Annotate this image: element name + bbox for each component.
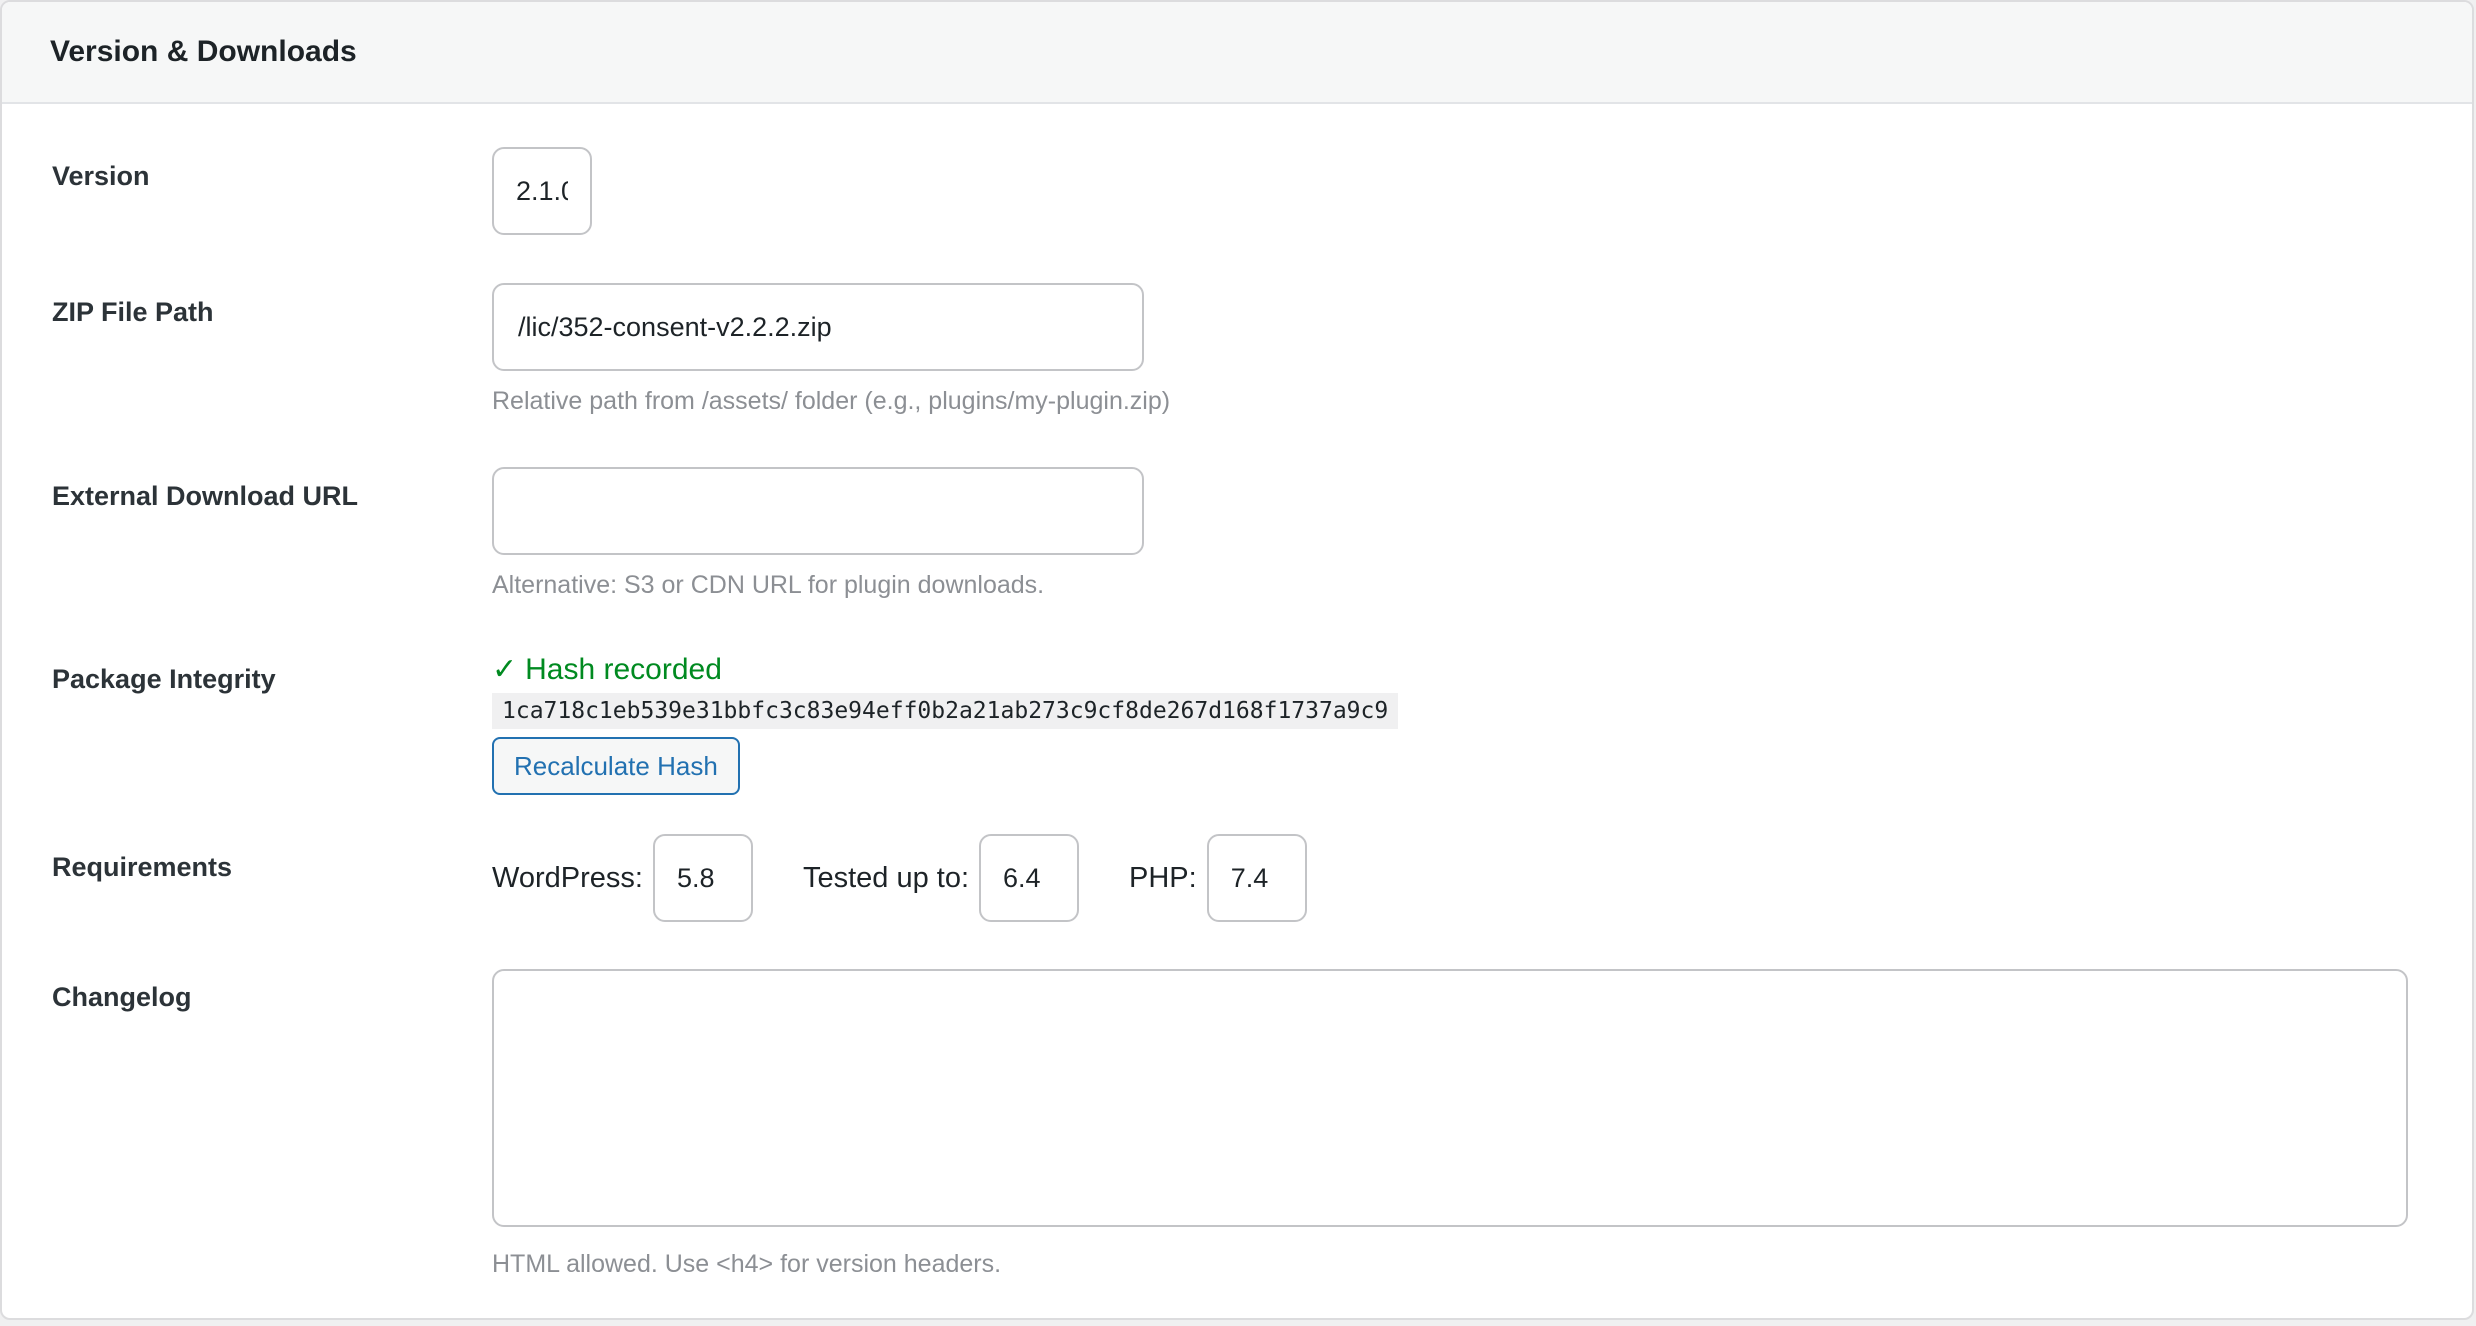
integrity-label: Package Integrity (52, 664, 276, 694)
tested-up-to-label: Tested up to: (802, 861, 970, 894)
changelog-textarea[interactable] (492, 969, 2408, 1227)
version-downloads-panel: Version & Downloads Version ZIP File Pat… (0, 0, 2474, 1320)
external-url-input[interactable] (492, 467, 1144, 555)
zip-path-input[interactable] (492, 283, 1144, 371)
wordpress-version-input[interactable] (652, 834, 753, 922)
hash-status: ✓ Hash recorded (492, 652, 1398, 687)
changelog-hint: HTML allowed. Use <h4> for version heade… (492, 1250, 1002, 1278)
version-input[interactable] (492, 147, 592, 235)
wordpress-label: WordPress: (492, 861, 643, 894)
external-url-label: External Download URL (52, 481, 359, 511)
zip-path-label: ZIP File Path (52, 297, 214, 327)
version-label: Version (52, 161, 150, 191)
hash-value: 1ca718c1eb539e31bbfc3c83e94eff0b2a21ab27… (492, 693, 1399, 729)
changelog-label: Changelog (52, 982, 192, 1012)
panel-header: Version & Downloads (2, 2, 2472, 104)
panel-title: Version & Downloads (50, 35, 357, 68)
tested-up-to-input[interactable] (979, 834, 1080, 922)
external-url-hint: Alternative: S3 or CDN URL for plugin do… (492, 571, 1045, 599)
check-icon: ✓ (492, 653, 518, 686)
php-label: PHP: (1129, 861, 1197, 894)
zip-path-hint: Relative path from /assets/ folder (e.g.… (492, 387, 1171, 415)
requirements-label: Requirements (52, 852, 233, 882)
php-version-input[interactable] (1206, 834, 1307, 922)
recalculate-hash-button[interactable]: Recalculate Hash (492, 737, 740, 795)
hash-status-text: Hash recorded (525, 652, 722, 686)
